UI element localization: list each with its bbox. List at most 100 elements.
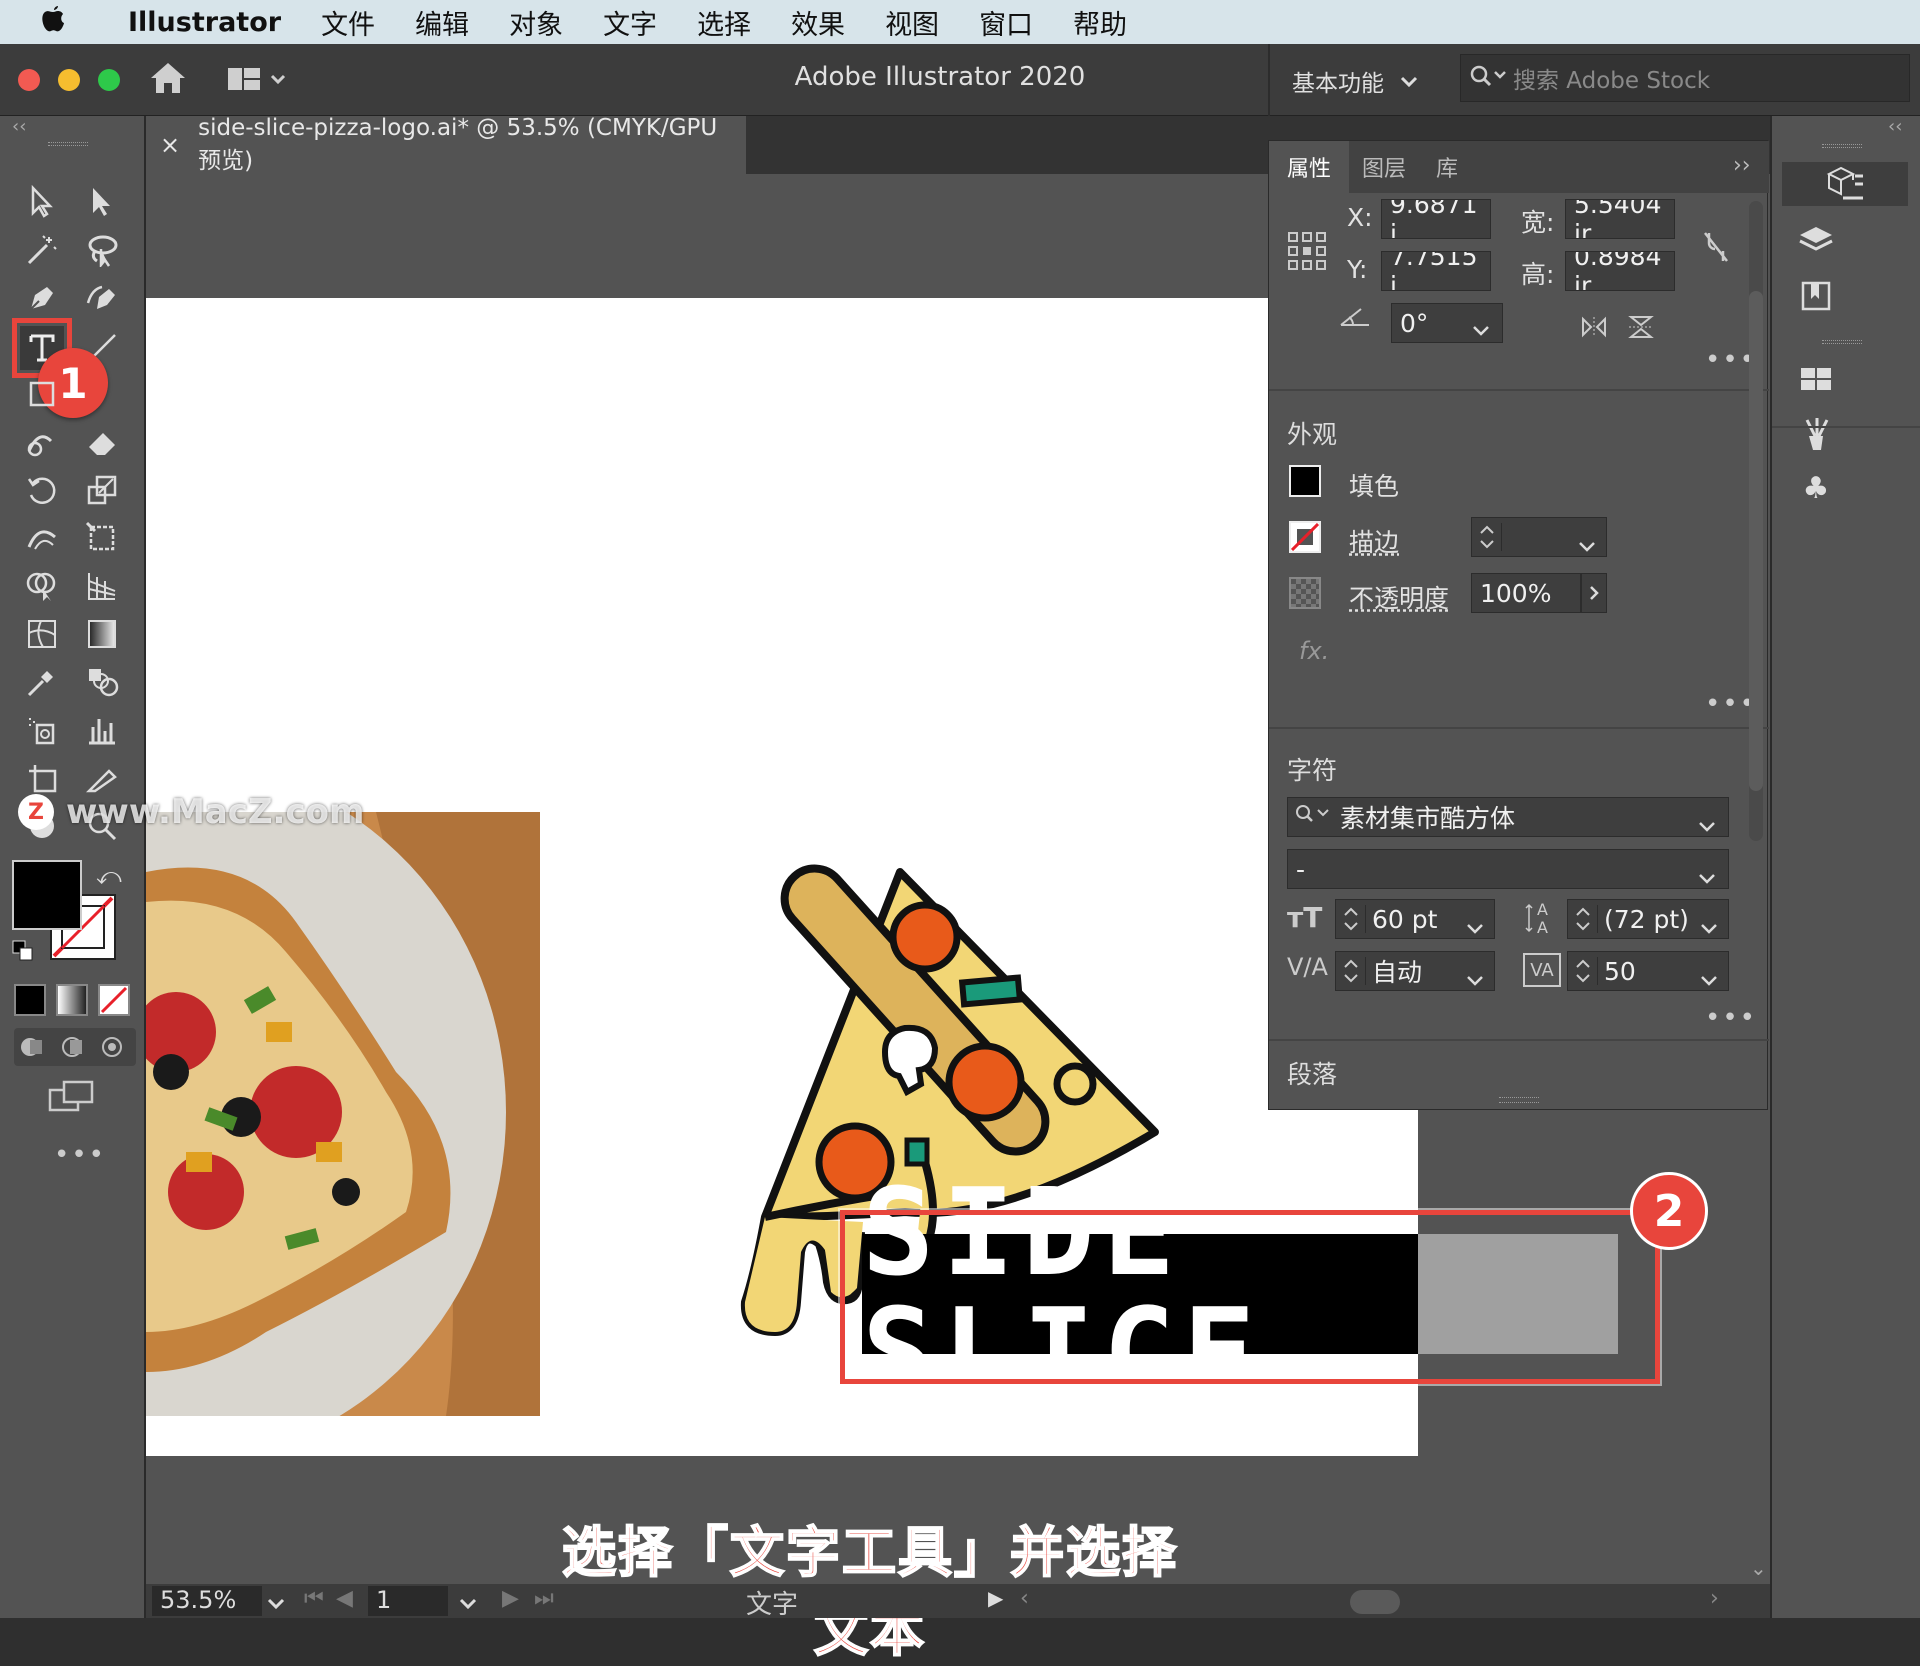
screen-mode-icon[interactable] bbox=[48, 1078, 98, 1118]
default-fill-stroke-icon[interactable] bbox=[12, 940, 34, 962]
menu-type[interactable]: 文字 bbox=[603, 3, 657, 42]
angle-field[interactable]: 0° bbox=[1391, 303, 1503, 343]
blend-tool-icon[interactable] bbox=[80, 660, 124, 704]
draw-normal-icon[interactable] bbox=[16, 1032, 50, 1066]
menu-help[interactable]: 帮助 bbox=[1073, 3, 1127, 42]
width-tool-icon[interactable] bbox=[20, 516, 64, 560]
chevron-right-icon[interactable] bbox=[1581, 573, 1607, 613]
menu-select[interactable]: 选择 bbox=[697, 3, 751, 42]
menu-effect[interactable]: 效果 bbox=[791, 3, 845, 42]
horizontal-scroll-thumb[interactable] bbox=[1350, 1590, 1400, 1614]
tab-layers[interactable]: 图层 bbox=[1349, 141, 1419, 193]
shape-builder-tool-icon[interactable] bbox=[20, 564, 64, 608]
flip-horizontal-icon[interactable] bbox=[1579, 315, 1609, 343]
curvature-tool-icon[interactable] bbox=[80, 276, 124, 320]
draw-behind-icon[interactable] bbox=[56, 1032, 90, 1066]
symbols-dock-icon[interactable]: ♣ bbox=[1786, 466, 1846, 510]
scroll-right-icon[interactable]: › bbox=[1710, 1586, 1719, 1611]
font-style-dropdown[interactable]: - bbox=[1287, 849, 1729, 889]
app-menu-illustrator[interactable]: Illustrator bbox=[128, 7, 281, 38]
fill-color-swatch[interactable] bbox=[1289, 465, 1321, 497]
font-size-field[interactable]: 60 pt bbox=[1335, 899, 1495, 939]
zoom-dropdown-icon[interactable] bbox=[266, 1590, 286, 1618]
close-tab-icon[interactable]: × bbox=[160, 131, 180, 159]
zoom-level-field[interactable]: 53.5% bbox=[152, 1586, 262, 1616]
minimize-window-button[interactable] bbox=[58, 69, 80, 91]
collapse-panel-icon[interactable]: ‹‹ bbox=[12, 116, 26, 137]
swatches-dock-icon[interactable] bbox=[1786, 358, 1846, 402]
constrain-proportions-icon[interactable] bbox=[1701, 229, 1731, 269]
scroll-down-icon[interactable]: ⌄ bbox=[1750, 1556, 1767, 1580]
flip-vertical-icon[interactable] bbox=[1627, 313, 1655, 345]
stroke-weight-field[interactable] bbox=[1471, 517, 1607, 557]
stepper-icon[interactable] bbox=[1568, 957, 1598, 985]
panel-resize-grip[interactable] bbox=[1499, 1097, 1539, 1103]
scroll-left-icon[interactable]: ‹ bbox=[1020, 1586, 1029, 1611]
eyedropper-tool-icon[interactable] bbox=[20, 660, 64, 704]
rotate-tool-icon[interactable] bbox=[20, 468, 64, 512]
tab-libraries[interactable]: 库 bbox=[1419, 141, 1475, 193]
pizza-photo[interactable] bbox=[146, 812, 540, 1416]
x-field[interactable]: 9.6871 i bbox=[1381, 199, 1491, 239]
edit-toolbar-icon[interactable]: ••• bbox=[54, 1140, 106, 1170]
fill-swatch[interactable] bbox=[12, 860, 82, 930]
color-mode-button[interactable] bbox=[14, 984, 46, 1016]
chevron-down-icon[interactable] bbox=[1578, 530, 1596, 559]
kerning-field[interactable]: 自动 bbox=[1335, 951, 1495, 991]
menu-edit[interactable]: 编辑 bbox=[415, 3, 469, 42]
perspective-grid-tool-icon[interactable] bbox=[80, 564, 124, 608]
direct-selection-tool-icon[interactable] bbox=[80, 180, 124, 224]
brushes-dock-icon[interactable] bbox=[1786, 412, 1846, 456]
symbol-sprayer-tool-icon[interactable] bbox=[20, 708, 64, 752]
stepper-icon[interactable] bbox=[1336, 957, 1366, 985]
y-field[interactable]: 7.7515 i bbox=[1381, 251, 1491, 291]
magic-wand-icon[interactable] bbox=[20, 228, 64, 272]
artboard-number-field[interactable]: 1 bbox=[368, 1586, 448, 1616]
fx-effects-button[interactable]: fx. bbox=[1299, 637, 1329, 665]
close-window-button[interactable] bbox=[18, 69, 40, 91]
stepper-icon[interactable] bbox=[1472, 523, 1502, 551]
lasso-icon[interactable] bbox=[80, 228, 124, 272]
next-artboard-icon[interactable]: ▶ bbox=[502, 1586, 519, 1611]
opacity-label[interactable]: 不透明度 bbox=[1349, 579, 1449, 615]
reference-point-icon[interactable] bbox=[1287, 231, 1327, 275]
last-artboard-icon[interactable]: ⏭ bbox=[534, 1586, 554, 1611]
panel-scrollbar[interactable] bbox=[1749, 201, 1763, 841]
grip-handle[interactable] bbox=[48, 142, 88, 146]
gradient-mode-button[interactable] bbox=[56, 984, 88, 1016]
tracking-field[interactable]: 50 bbox=[1567, 951, 1729, 991]
first-artboard-icon[interactable]: ⏮ bbox=[304, 1586, 324, 1611]
zoom-window-button[interactable] bbox=[98, 69, 120, 91]
menu-file[interactable]: 文件 bbox=[321, 3, 375, 42]
gradient-tool-icon[interactable] bbox=[80, 612, 124, 656]
swap-fill-stroke-icon[interactable]: ⤺ bbox=[96, 862, 122, 890]
eraser-tool-icon[interactable] bbox=[80, 420, 124, 464]
document-tab[interactable]: × side-slice-pizza-logo.ai* @ 53.5% (CMY… bbox=[146, 115, 746, 174]
prev-artboard-icon[interactable]: ◀ bbox=[336, 1586, 353, 1611]
leading-field[interactable]: (72 pt) bbox=[1567, 899, 1729, 939]
menu-object[interactable]: 对象 bbox=[509, 3, 563, 42]
home-icon[interactable] bbox=[148, 60, 188, 100]
column-graph-tool-icon[interactable] bbox=[80, 708, 124, 752]
height-field[interactable]: 0.8984 ir bbox=[1565, 251, 1675, 291]
grip-handle[interactable] bbox=[1822, 340, 1862, 344]
width-field[interactable]: 5.5404 ir bbox=[1565, 199, 1675, 239]
stock-search-field[interactable]: 搜索 Adobe Stock bbox=[1460, 54, 1910, 102]
collapse-dock-icon[interactable]: ‹‹ bbox=[1888, 116, 1902, 137]
layers-dock-icon[interactable] bbox=[1786, 218, 1846, 262]
stroke-color-swatch[interactable] bbox=[1289, 521, 1321, 553]
free-transform-tool-icon[interactable] bbox=[80, 516, 124, 560]
scale-tool-icon[interactable] bbox=[80, 468, 124, 512]
shaper-tool-icon[interactable] bbox=[20, 420, 64, 464]
artboard-dropdown-icon[interactable] bbox=[458, 1590, 478, 1618]
mesh-tool-icon[interactable] bbox=[20, 612, 64, 656]
selection-tool-icon[interactable] bbox=[20, 180, 64, 224]
character-more-options-icon[interactable]: ••• bbox=[1705, 1003, 1757, 1033]
rectangle-tool-icon[interactable] bbox=[20, 372, 64, 416]
properties-dock-icon[interactable] bbox=[1782, 162, 1908, 206]
arrange-documents-icon[interactable] bbox=[226, 66, 290, 98]
none-mode-button[interactable] bbox=[98, 984, 130, 1016]
pen-tool-icon[interactable] bbox=[20, 276, 64, 320]
status-menu-icon[interactable]: ▶ bbox=[988, 1586, 1003, 1610]
menu-window[interactable]: 窗口 bbox=[979, 3, 1033, 42]
